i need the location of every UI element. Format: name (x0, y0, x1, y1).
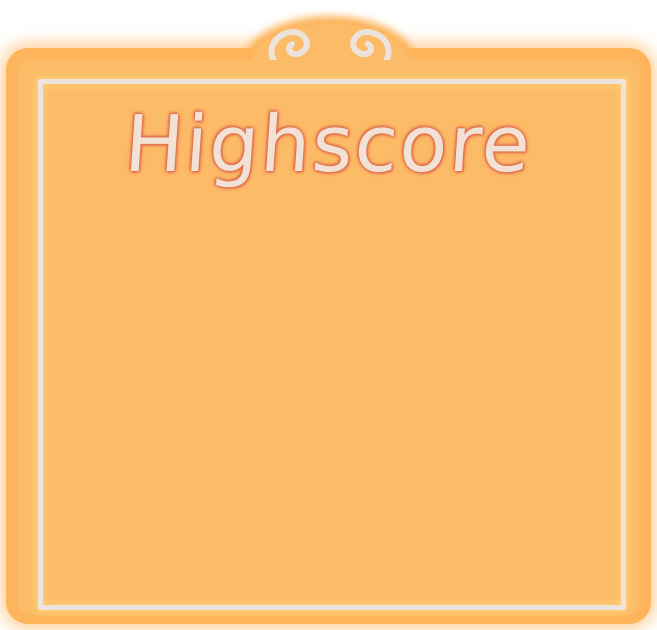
highscore-title: Highscore (121, 100, 536, 190)
score-list (60, 220, 596, 580)
highscore-screen: Highscore (0, 0, 657, 630)
